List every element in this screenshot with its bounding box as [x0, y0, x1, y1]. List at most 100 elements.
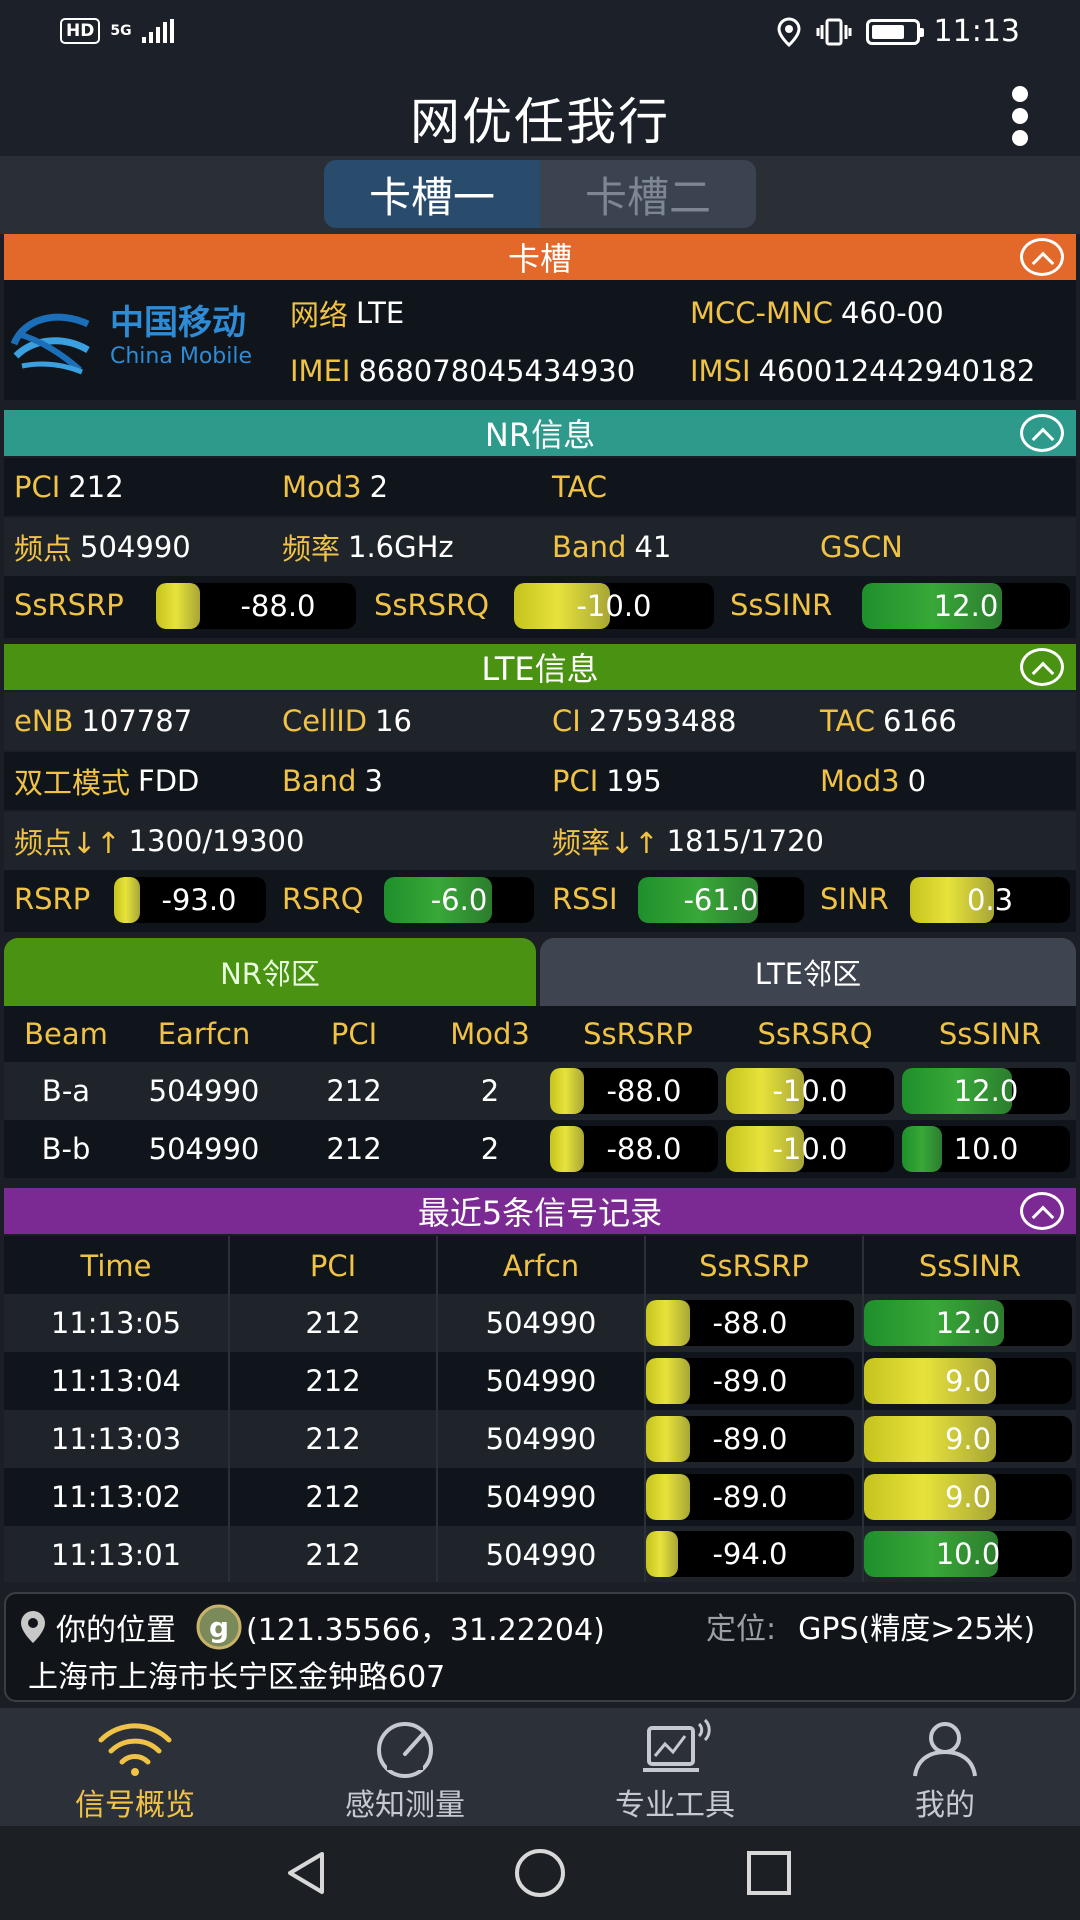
collapse-icon[interactable]	[1020, 1192, 1064, 1230]
location-pin-icon	[777, 16, 801, 47]
logo-text-en: China Mobile	[110, 344, 253, 369]
lte-row-4: RSRP -93.0 RSRQ -6.0 RSSI -61.0 SINR 0.3	[4, 870, 1076, 932]
network-cell: 网络 LTE	[290, 296, 405, 332]
imsi-cell: IMSI 460012442940182	[690, 354, 1036, 388]
hd-badge: HD	[60, 18, 101, 44]
china-mobile-logo-icon	[10, 313, 90, 375]
meter: -88.0	[550, 1126, 718, 1172]
records-section-header[interactable]: 最近5条信号记录	[4, 1188, 1076, 1234]
meter: 9.0	[864, 1358, 1072, 1404]
location-label: 你的位置	[56, 1613, 176, 1648]
wifi-icon	[98, 1723, 172, 1776]
meter: -10.0	[726, 1126, 894, 1172]
monitor-chart-icon	[643, 1718, 711, 1772]
meter: -89.0	[646, 1474, 854, 1520]
sim-info-panel: 中国移动 China Mobile 网络 LTE MCC-MNC 460-00 IM…	[4, 280, 1076, 400]
recents-icon[interactable]	[746, 1850, 792, 1896]
clock: 11:13	[933, 14, 1020, 49]
nr-section-header[interactable]: NR信息	[4, 410, 1076, 456]
tab-lte-neighbor[interactable]: LTE邻区	[540, 938, 1076, 1006]
meter: -94.0	[646, 1531, 854, 1577]
home-icon[interactable]	[514, 1848, 566, 1898]
col-ssrsrp: SsRSRP	[699, 1249, 809, 1283]
tab-nr-neighbor[interactable]: NR邻区	[4, 938, 536, 1006]
more-menu-icon[interactable]	[1012, 86, 1028, 146]
col-earfcn: Earfcn	[157, 1017, 251, 1051]
meter: -88.0	[646, 1300, 854, 1346]
nr-row-3: SsRSRP -88.0 SsRSRQ -10.0 SsSINR 12.0	[4, 576, 1076, 638]
lte-rssi-meter: -61.0	[638, 877, 804, 923]
sim-section-header[interactable]: 卡槽	[4, 234, 1076, 280]
bottom-nav: 信号概览 感知测量 专业工具 我的	[0, 1708, 1080, 1826]
back-icon[interactable]	[284, 1850, 330, 1896]
tab-sim-2[interactable]: 卡槽二	[540, 160, 756, 228]
lte-section-header[interactable]: LTE信息	[4, 644, 1076, 690]
col-ssrsrp: SsRSRP	[583, 1017, 693, 1051]
battery-icon	[865, 18, 924, 45]
meter: 12.0	[902, 1068, 1070, 1114]
col-sssinr: SsSINR	[918, 1249, 1022, 1283]
signal-bars-icon	[141, 19, 174, 43]
nav-pro-tools[interactable]: 专业工具	[540, 1708, 810, 1826]
nr-ssrsrp-meter: -88.0	[156, 583, 356, 629]
col-arfcn: Arfcn	[502, 1249, 580, 1283]
nr-sssinr-meter: 12.0	[862, 583, 1070, 629]
location-pin-icon	[21, 1611, 45, 1643]
records-table: Time PCI Arfcn SsRSRP SsSINR 11:13:05 21…	[4, 1236, 1076, 1582]
meter: 9.0	[864, 1474, 1072, 1520]
tab-sim-1[interactable]: 卡槽一	[324, 160, 540, 228]
location-method-label: 定位:	[706, 1612, 777, 1647]
sim-tabs: 卡槽一 卡槽二	[324, 160, 756, 228]
status-bar: HD 5G 11:13	[0, 0, 1080, 66]
col-ssrsrq: SsRSRQ	[757, 1017, 873, 1051]
meter: -10.0	[726, 1068, 894, 1114]
lte-row-1: eNB 107787 CellID 16 CI 27593488 TAC 6166	[4, 692, 1076, 750]
col-mod3: Mod3	[450, 1017, 530, 1051]
location-coords: (121.35566，31.22204)	[246, 1613, 605, 1648]
system-nav-bar	[0, 1826, 1080, 1920]
nr-row-1: PCI 212 Mod3 2 TAC	[4, 458, 1076, 516]
svg-text:g: g	[209, 1611, 229, 1644]
lte-section-title: LTE信息	[481, 650, 599, 688]
records-section-title: 最近5条信号记录	[417, 1194, 663, 1232]
lte-rsrp-meter: -93.0	[114, 877, 266, 923]
sim-section-title: 卡槽	[507, 240, 572, 278]
nav-signal-overview[interactable]: 信号概览	[0, 1708, 270, 1826]
neighbor-table: Beam Earfcn PCI Mod3 SsRSRP SsRSRQ SsSIN…	[4, 1006, 1076, 1178]
lte-row-3: 频点↓↑ 1300/19300 频率↓↑ 1815/1720	[4, 812, 1076, 870]
collapse-icon[interactable]	[1020, 414, 1064, 452]
table-row: 11:13:04 212 504990 -89.0 9.0	[4, 1352, 1076, 1410]
table-row: B-a 504990 212 2 -88.0 -10.0 12.0	[4, 1062, 1076, 1120]
table-row: 11:13:03 212 504990 -89.0 9.0	[4, 1410, 1076, 1468]
meter: 10.0	[864, 1531, 1072, 1577]
meter: -89.0	[646, 1416, 854, 1462]
col-pci: PCI	[309, 1249, 357, 1283]
logo-text-cn: 中国移动	[110, 303, 246, 343]
collapse-icon[interactable]	[1020, 648, 1064, 686]
location-method-value: GPS(精度>25米)	[798, 1612, 1036, 1647]
map-source-icon: g	[196, 1604, 242, 1650]
meter: 10.0	[902, 1126, 1070, 1172]
meter: 9.0	[864, 1416, 1072, 1462]
lte-sinr-meter: 0.3	[910, 877, 1070, 923]
mcc-mnc-cell: MCC-MNC 460-00	[690, 296, 944, 330]
meter: -88.0	[550, 1068, 718, 1114]
nav-perception[interactable]: 感知测量	[270, 1708, 540, 1826]
collapse-icon[interactable]	[1020, 238, 1064, 276]
app-bar: 网优任我行	[0, 66, 1080, 156]
lte-rsrq-meter: -6.0	[384, 877, 534, 923]
nr-ssrsrq-meter: -10.0	[514, 583, 714, 629]
lte-row-2: 双工模式 FDD Band 3 PCI 195 Mod3 0	[4, 752, 1076, 810]
col-pci: PCI	[330, 1017, 378, 1051]
table-row: 11:13:01 212 504990 -94.0 10.0	[4, 1526, 1076, 1582]
nav-mine[interactable]: 我的	[810, 1708, 1080, 1826]
col-time: Time	[80, 1249, 152, 1283]
speedometer-icon	[377, 1722, 433, 1778]
location-address: 上海市上海市长宁区金钟路607	[28, 1660, 446, 1695]
table-row: 11:13:05 212 504990 -88.0 12.0	[4, 1294, 1076, 1352]
sim-tab-row: 卡槽一 卡槽二	[0, 156, 1080, 234]
nr-section-title: NR信息	[484, 416, 596, 454]
imei-cell: IMEI 868078045434930	[290, 354, 636, 388]
user-icon	[913, 1722, 977, 1777]
col-sssinr: SsSINR	[938, 1017, 1042, 1051]
